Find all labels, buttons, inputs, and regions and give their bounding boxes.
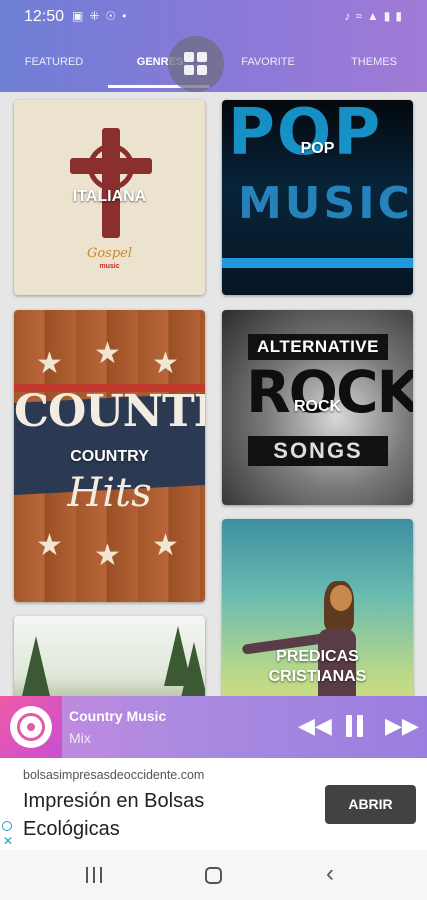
- station-thumbnail[interactable]: [0, 696, 62, 758]
- status-time: 12:50: [24, 8, 65, 25]
- ad-url: bolsasimpresasdeoccidente.com: [23, 768, 205, 782]
- mini-player[interactable]: Country Music Mix ◀◀ ▶▶: [0, 696, 427, 758]
- star-icon: ★: [94, 337, 121, 370]
- app-header: 12:50 ▣⁜☉• ♪≈▲▮▮ FEATURED GENRES FAVORIT…: [0, 0, 427, 92]
- back-icon[interactable]: ‹: [326, 860, 334, 888]
- art-text: Gospel: [86, 246, 133, 261]
- star-icon: ★: [94, 539, 121, 572]
- grid-view-button[interactable]: [168, 36, 224, 92]
- art-subtext: MUSIC: [238, 178, 413, 229]
- art-text: COUNTRY: [14, 386, 205, 437]
- genre-card-landscape[interactable]: [14, 616, 205, 696]
- recent-apps-icon[interactable]: [86, 867, 104, 883]
- art-subtext: Hits: [67, 470, 152, 516]
- star-icon: ★: [152, 529, 179, 562]
- genre-grid: Gospel music ITALIANA POP MUSIC POP ★ ★ …: [0, 92, 427, 696]
- fast-forward-icon[interactable]: ▶▶: [385, 712, 419, 740]
- genre-card-pop[interactable]: POP MUSIC POP: [222, 100, 413, 295]
- system-icons: ♪≈▲▮▮: [344, 9, 407, 23]
- art-subtext: music: [99, 263, 120, 270]
- tree-art: [180, 642, 205, 696]
- star-icon: ★: [36, 347, 63, 380]
- status-bar: 12:50 ▣⁜☉• ♪≈▲▮▮: [0, 0, 427, 34]
- ad-open-button[interactable]: ABRIR: [325, 785, 416, 824]
- star-icon: ★: [36, 529, 63, 562]
- genre-card-italiana[interactable]: Gospel music ITALIANA: [14, 100, 205, 295]
- genre-label: COUNTRY: [70, 448, 149, 465]
- tree-art: [22, 636, 50, 696]
- tab-themes[interactable]: THEMES: [324, 56, 424, 68]
- star-icon: ★: [152, 347, 179, 380]
- notification-icons: ▣⁜☉•: [72, 9, 133, 23]
- player-title: Country Music: [69, 708, 167, 724]
- genre-label: ITALIANA: [72, 188, 147, 205]
- ad-close-icon[interactable]: ✕: [3, 834, 13, 848]
- genre-label: PREDICAS CRISTIANAS: [268, 648, 367, 685]
- art-subtext: SONGS: [248, 436, 388, 466]
- genre-card-predicas[interactable]: PREDICAS CRISTIANAS: [222, 519, 413, 696]
- tab-featured[interactable]: FEATURED: [4, 56, 104, 68]
- ad-info-icon[interactable]: [2, 821, 12, 831]
- ad-headline[interactable]: Impresión en Bolsas Ecológicas: [23, 787, 303, 843]
- genre-card-rock[interactable]: ALTERNATIVE ROCK SONGS ROCK: [222, 310, 413, 505]
- rewind-icon[interactable]: ◀◀: [298, 712, 332, 740]
- system-nav-bar: ‹: [0, 850, 427, 900]
- home-icon[interactable]: [205, 867, 222, 884]
- art-text: POP: [228, 100, 383, 170]
- pause-icon: [346, 715, 352, 737]
- player-subtitle: Mix: [69, 730, 91, 746]
- ad-banner[interactable]: bolsasimpresasdeoccidente.com Impresión …: [0, 758, 427, 850]
- pause-button[interactable]: [344, 715, 364, 737]
- genre-label: POP: [300, 140, 335, 157]
- genre-card-country[interactable]: ★ ★ ★ COUNTRY Hits ★ ★ ★ COUNTRY: [14, 310, 205, 602]
- genre-label: ROCK: [293, 398, 342, 415]
- tab-favorite[interactable]: FAVORITE: [218, 56, 318, 68]
- art-top-text: ALTERNATIVE: [248, 334, 388, 360]
